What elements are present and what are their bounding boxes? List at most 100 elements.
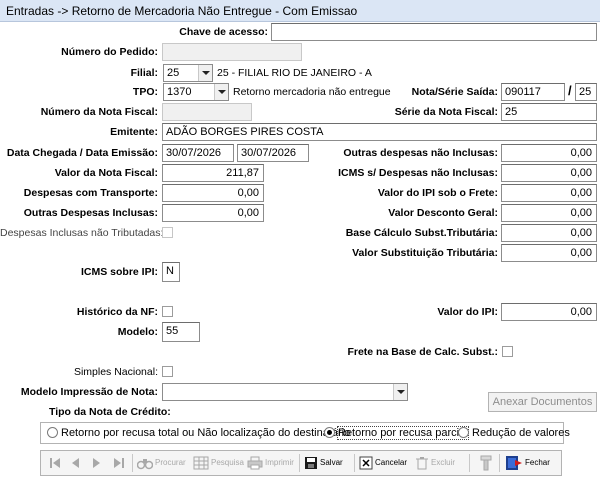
historico-nf-label: Histórico da NF: [76,306,158,318]
tpo-description: Retorno mercadoria não entregue [233,86,391,98]
cancel-icon [359,456,373,470]
nota-serie-saida-label: Nota/Série Saída: [411,86,498,98]
icms-despesas-nao-inclusas-input[interactable]: 0,00 [501,164,597,182]
anexar-documentos-button[interactable]: Anexar Documentos [488,392,597,412]
salvar-label: Salvar [320,458,343,467]
chevron-down-icon[interactable] [198,65,212,81]
save-icon [305,456,317,469]
data-emissao-input[interactable]: 30/07/2026 [237,144,309,162]
radio-icon [47,427,58,438]
numero-pedido-input[interactable] [162,43,302,61]
numero-nota-fiscal-input[interactable] [162,103,252,121]
procurar-button[interactable]: Procurar [137,453,186,473]
cancelar-button[interactable]: Cancelar [359,453,407,473]
radio-reducao-valores-label: Redução de valores [472,427,570,439]
printer-icon [247,456,263,470]
valor-ipi-label: Valor do IPI: [437,306,498,318]
radio-recusa-total-label: Retorno por recusa total ou Não localiza… [61,427,351,439]
cancelar-label: Cancelar [375,458,408,467]
fechar-label: Fechar [525,458,550,467]
filial-description: 25 - FILIAL RIO DE JANEIRO - A [217,67,372,79]
filial-code: 25 [167,67,180,79]
emitente-input[interactable]: ADÃO BORGES PIRES COSTA [162,123,597,141]
despesas-inclusas-nao-tributadas-checkbox[interactable] [162,227,173,238]
previous-record-button[interactable] [69,453,83,473]
pesquisa-label: Pesquisa [211,458,244,467]
emitente-label: Emitente: [110,126,158,138]
next-record-button[interactable] [91,453,105,473]
grid-icon [193,456,209,470]
serie-nota-fiscal-label: Série da Nota Fiscal: [394,106,498,118]
outras-despesas-inclusas-label: Outras Despesas Inclusas: [23,207,158,219]
next-icon [93,457,100,468]
nota-saida-input[interactable]: 090117 [501,83,565,101]
imprimir-button[interactable]: Imprimir [247,453,294,473]
modelo-label: Modelo: [117,326,158,338]
valor-substituicao-label: Valor Substituição Tributária: [352,247,498,259]
radio-recusa-parcial-label: Retorno por recusa parcial [337,426,469,440]
simples-nacional-checkbox[interactable] [162,366,173,377]
nota-serie-separator: / [568,83,572,98]
base-calculo-subst-input[interactable]: 0,00 [501,224,597,242]
excluir-label: Excluir [431,458,456,467]
fechar-button[interactable]: Fechar [505,453,550,473]
numero-pedido-label: Número do Pedido: [61,46,158,58]
excluir-button[interactable]: Excluir [415,453,455,473]
outras-despesas-nao-inclusas-input[interactable]: 0,00 [501,144,597,162]
binoculars-icon [137,458,153,470]
valor-ipi-frete-input[interactable]: 0,00 [501,184,597,202]
radio-reducao-valores[interactable]: Redução de valores [458,427,570,440]
pesquisa-button[interactable]: Pesquisa [193,453,244,473]
window-title: Entradas -> Retorno de Mercadoria Não En… [6,4,358,18]
valor-desconto-geral-label: Valor Desconto Geral: [388,207,498,219]
outras-despesas-inclusas-input[interactable]: 0,00 [162,204,264,222]
base-calculo-subst-label: Base Cálculo Subst.Tributária: [345,227,498,239]
filial-label: Filial: [130,67,158,79]
modelo-impressao-select[interactable] [162,383,408,401]
exit-door-icon [506,455,522,470]
radio-recusa-total[interactable]: Retorno por recusa total ou Não localiza… [47,427,350,440]
serie-saida-input[interactable]: 25 [575,83,597,101]
tpo-code: 1370 [167,86,192,98]
tool-icon [480,455,492,471]
valor-desconto-geral-input[interactable]: 0,00 [501,204,597,222]
data-chegada-input[interactable]: 30/07/2026 [162,144,234,162]
valor-nota-fiscal-label: Valor da Nota Fiscal: [54,167,158,179]
tpo-select[interactable]: 1370 [163,83,229,101]
filial-select[interactable]: 25 [163,64,213,82]
procurar-label: Procurar [155,458,186,467]
first-record-button[interactable] [49,453,63,473]
trash-icon [416,456,428,470]
valor-ipi-frete-label: Valor do IPI sob o Frete: [377,187,498,199]
chevron-down-icon[interactable] [393,384,407,400]
modelo-impressao-label: Modelo Impressão de Nota: [20,386,158,398]
icms-despesas-nao-inclusas-label: ICMS s/ Despesas não Inclusas: [338,167,498,179]
radio-icon [458,427,469,438]
tool-button[interactable] [479,453,495,473]
icms-sobre-ipi-input[interactable]: N [162,262,180,282]
data-chegada-emissao-label: Data Chegada / Data Emissão: [6,147,158,159]
imprimir-label: Imprimir [265,458,294,467]
bottom-toolbar: Procurar Pesquisa Imprimir Salvar Cancel… [40,450,562,476]
valor-ipi-input[interactable]: 0,00 [501,303,597,321]
radio-recusa-parcial[interactable]: Retorno por recusa parcial [324,426,469,440]
previous-icon [72,457,79,468]
last-icon [114,457,124,468]
historico-nf-checkbox[interactable] [162,306,173,317]
despesas-transporte-label: Despesas com Transporte: [23,187,158,199]
frete-base-calc-label: Frete na Base de Calc. Subst.: [347,346,498,358]
chave-acesso-input[interactable] [271,23,597,41]
numero-nota-fiscal-label: Número da Nota Fiscal: [40,106,158,118]
despesas-inclusas-nao-tributadas-label: Despesas Inclusas não Tributadas: [0,227,164,239]
modelo-input[interactable]: 55 [162,322,200,342]
serie-nota-fiscal-input[interactable]: 25 [501,103,597,121]
simples-nacional-label: Simples Nacional: [73,366,158,378]
salvar-button[interactable]: Salvar [304,453,343,473]
outras-despesas-nao-inclusas-label: Outras despesas não Inclusas: [343,147,498,159]
despesas-transporte-input[interactable]: 0,00 [162,184,264,202]
chevron-down-icon[interactable] [214,84,228,100]
frete-base-calc-checkbox[interactable] [502,346,513,357]
valor-nota-fiscal-input[interactable]: 211,87 [162,164,264,182]
last-record-button[interactable] [113,453,127,473]
valor-substituicao-input[interactable]: 0,00 [501,244,597,262]
